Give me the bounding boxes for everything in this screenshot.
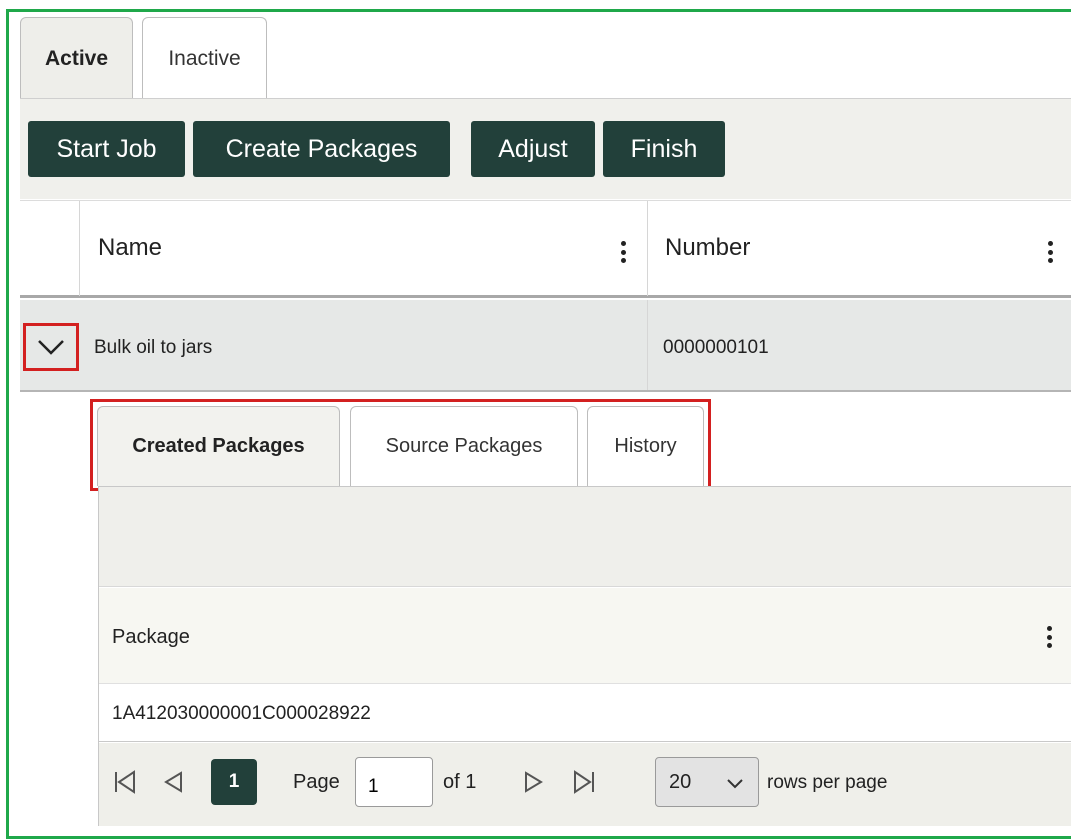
column-header-name-label: Name	[98, 234, 163, 261]
rows-per-page-value: 20	[669, 770, 692, 793]
adjust-label: Adjust	[498, 134, 568, 163]
prev-page-icon[interactable]	[163, 770, 183, 794]
tab-history-label: History	[614, 435, 677, 457]
next-page-icon[interactable]	[524, 770, 544, 794]
finish-button[interactable]: Finish	[603, 121, 725, 177]
detail-toolbar-area	[99, 487, 1071, 587]
start-job-label: Start Job	[56, 134, 157, 163]
column-divider	[647, 201, 648, 296]
number-column-kebab-menu-icon[interactable]	[1048, 241, 1054, 263]
chevron-down-icon	[38, 340, 64, 355]
package-grid-header: Package	[99, 588, 1071, 684]
row-expand-button[interactable]	[23, 323, 79, 371]
tab-created-packages[interactable]: Created Packages	[97, 406, 340, 486]
rows-per-page-select[interactable]: 20	[655, 757, 759, 807]
tab-inactive[interactable]: Inactive	[142, 17, 267, 99]
start-job-button[interactable]: Start Job	[28, 121, 185, 177]
page-label: Page	[293, 771, 340, 793]
row-number-cell: 0000000101	[663, 337, 769, 358]
column-divider	[647, 300, 648, 390]
adjust-button[interactable]: Adjust	[471, 121, 595, 177]
finish-label: Finish	[630, 134, 698, 163]
rows-per-page-label: rows per page	[767, 772, 888, 793]
tab-inactive-label: Inactive	[168, 46, 241, 70]
column-header-package[interactable]: Package	[112, 626, 190, 649]
tab-source-packages[interactable]: Source Packages	[350, 406, 578, 486]
grid-header: Name Number	[20, 200, 1071, 298]
package-id-cell: 1A412030000001C000028922	[112, 703, 371, 724]
page-count-label: of 1	[443, 771, 477, 793]
column-header-name[interactable]: Name	[98, 201, 162, 295]
first-page-icon[interactable]	[114, 770, 136, 794]
chevron-down-icon	[727, 779, 743, 789]
current-page-button[interactable]: 1	[211, 759, 257, 805]
name-column-kebab-menu-icon[interactable]	[621, 241, 627, 263]
create-packages-button[interactable]: Create Packages	[193, 121, 450, 177]
current-page-number: 1	[228, 771, 240, 792]
column-divider	[79, 201, 80, 296]
column-header-number[interactable]: Number	[665, 201, 750, 295]
package-column-kebab-menu-icon[interactable]	[1047, 626, 1053, 648]
tab-created-packages-label: Created Packages	[132, 435, 305, 457]
row-name-cell: Bulk oil to jars	[94, 337, 213, 358]
tab-active-label: Active	[44, 46, 109, 70]
last-page-icon[interactable]	[573, 770, 595, 794]
page-number-input[interactable]	[355, 757, 433, 807]
create-packages-label: Create Packages	[225, 134, 418, 163]
tab-active[interactable]: Active	[20, 17, 133, 99]
table-row[interactable]: Bulk oil to jars 0000000101	[20, 300, 1071, 392]
tab-source-packages-label: Source Packages	[385, 435, 543, 457]
tab-history[interactable]: History	[587, 406, 704, 486]
column-header-number-label: Number	[665, 234, 751, 261]
table-row[interactable]: 1A412030000001C000028922	[99, 686, 1071, 742]
